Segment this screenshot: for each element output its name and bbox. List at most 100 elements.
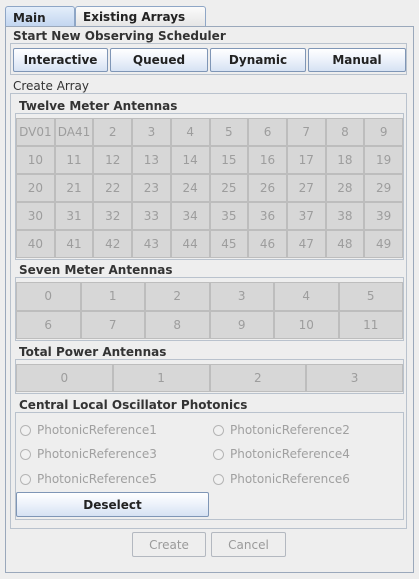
total-power-antenna-button[interactable]: 0: [16, 364, 113, 392]
photonic-reference-4-label: PhotonicReference4: [230, 447, 350, 461]
twelve-meter-antenna-button[interactable]: 11: [54, 146, 94, 174]
twelve-meter-antenna-button[interactable]: 23: [132, 174, 171, 202]
twelve-meter-antenna-button[interactable]: 37: [286, 202, 326, 230]
twelve-meter-antenna-button[interactable]: 39: [364, 202, 403, 230]
create-button[interactable]: Create: [132, 532, 206, 557]
twelve-meter-antenna-button[interactable]: 15: [209, 146, 249, 174]
twelve-meter-grid: DV01 DA41 2 3 4 5 6 7 8 9 10 11 12 13 14 15 16 17 18 19 20 21…: [16, 118, 403, 258]
seven-meter-antenna-button[interactable]: 10: [274, 310, 339, 339]
twelve-meter-antenna-button[interactable]: 26: [248, 174, 287, 202]
total-power-antenna-button[interactable]: 3: [306, 364, 403, 392]
total-power-grid: 0123: [16, 364, 403, 392]
seven-meter-antenna-button[interactable]: 3: [209, 282, 274, 311]
twelve-meter-antenna-button[interactable]: 9: [364, 118, 403, 146]
twelve-meter-antenna-button[interactable]: 8: [325, 118, 365, 146]
twelve-meter-antenna-button[interactable]: DV01: [16, 118, 55, 146]
twelve-meter-antenna-button[interactable]: 3: [132, 118, 171, 146]
deselect-button[interactable]: Deselect: [16, 492, 209, 517]
tab-main[interactable]: Main: [5, 6, 75, 28]
total-power-antenna-button[interactable]: 2: [209, 364, 307, 392]
twelve-meter-antenna-button[interactable]: 13: [132, 146, 171, 174]
twelve-meter-antenna-button[interactable]: 32: [93, 202, 133, 230]
seven-meter-antenna-button[interactable]: 2: [145, 282, 210, 311]
radio-circle-icon: [20, 424, 31, 436]
twelve-meter-antenna-button[interactable]: 49: [364, 230, 403, 258]
seven-meter-antenna-button[interactable]: 11: [338, 310, 403, 339]
twelve-meter-antenna-button[interactable]: 42: [93, 230, 133, 258]
seven-meter-antenna-button[interactable]: 8: [145, 310, 210, 339]
twelve-meter-antenna-button[interactable]: 25: [209, 174, 249, 202]
twelve-meter-antenna-button[interactable]: 16: [248, 146, 287, 174]
twelve-meter-antenna-button[interactable]: 33: [132, 202, 171, 230]
twelve-meter-antenna-button[interactable]: 24: [170, 174, 210, 202]
photonic-reference-3-radio[interactable]: PhotonicReference3: [20, 447, 157, 461]
twelve-meter-antenna-button[interactable]: DA41: [54, 118, 94, 146]
photonic-reference-6-label: PhotonicReference6: [230, 472, 350, 486]
twelve-meter-antenna-button[interactable]: 40: [16, 230, 55, 258]
radio-circle-icon: [213, 448, 224, 460]
twelve-meter-antenna-button[interactable]: 10: [16, 146, 55, 174]
twelve-meter-antenna-button[interactable]: 29: [364, 174, 403, 202]
seven-meter-antenna-button[interactable]: 9: [209, 310, 274, 339]
seven-meter-antenna-button[interactable]: 1: [80, 282, 145, 311]
twelve-meter-antenna-button[interactable]: 28: [325, 174, 365, 202]
cancel-button[interactable]: Cancel: [211, 532, 286, 557]
photonic-reference-4-radio[interactable]: PhotonicReference4: [213, 447, 350, 461]
dynamic-button[interactable]: Dynamic: [210, 48, 306, 72]
twelve-meter-antenna-button[interactable]: 36: [248, 202, 287, 230]
twelve-meter-antenna-button[interactable]: 44: [170, 230, 210, 258]
twelve-meter-antenna-button[interactable]: 17: [286, 146, 326, 174]
twelve-meter-antenna-button[interactable]: 38: [325, 202, 365, 230]
total-power-antenna-button[interactable]: 1: [112, 364, 210, 392]
seven-meter-antenna-button[interactable]: 6: [16, 310, 81, 339]
twelve-meter-antenna-button[interactable]: 43: [132, 230, 171, 258]
twelve-meter-antenna-button[interactable]: 2: [93, 118, 133, 146]
interactive-button[interactable]: Interactive: [13, 48, 108, 72]
twelve-meter-antenna-button[interactable]: 35: [209, 202, 249, 230]
tab-main-label: Main: [13, 10, 46, 25]
photonic-reference-5-radio[interactable]: PhotonicReference5: [20, 472, 157, 486]
twelve-meter-antenna-button[interactable]: 20: [16, 174, 55, 202]
seven-meter-antenna-button[interactable]: 7: [80, 310, 145, 339]
seven-meter-antenna-button[interactable]: 5: [338, 282, 403, 311]
twelve-meter-antenna-button[interactable]: 41: [54, 230, 94, 258]
twelve-meter-antenna-button[interactable]: 19: [364, 146, 403, 174]
photonic-reference-2-label: PhotonicReference2: [230, 423, 350, 437]
twelve-meter-title: Twelve Meter Antennas: [19, 99, 178, 113]
twelve-meter-antenna-button[interactable]: 48: [325, 230, 365, 258]
radio-circle-icon: [213, 473, 224, 485]
twelve-meter-antenna-button[interactable]: 12: [93, 146, 133, 174]
photonic-reference-1-radio[interactable]: PhotonicReference1: [20, 423, 157, 437]
create-button-label: Create: [149, 537, 189, 552]
twelve-meter-antenna-button[interactable]: 6: [248, 118, 287, 146]
seven-meter-antenna-button[interactable]: 4: [274, 282, 339, 311]
create-array-section-title: Create Array: [13, 79, 90, 93]
twelve-meter-antenna-button[interactable]: 18: [325, 146, 365, 174]
photonic-reference-2-radio[interactable]: PhotonicReference2: [213, 423, 350, 437]
twelve-meter-antenna-button[interactable]: 34: [170, 202, 210, 230]
queued-button-label: Queued: [132, 53, 186, 67]
twelve-meter-antenna-button[interactable]: 30: [16, 202, 55, 230]
twelve-meter-antenna-button[interactable]: 27: [286, 174, 326, 202]
seven-meter-antenna-button[interactable]: 0: [16, 282, 81, 311]
twelve-meter-antenna-button[interactable]: 4: [170, 118, 210, 146]
seven-meter-grid: 0 1 2 3 4 5 6 7 8 9 10 11: [16, 282, 403, 339]
photonic-reference-6-radio[interactable]: PhotonicReference6: [213, 472, 350, 486]
total-power-title: Total Power Antennas: [19, 345, 167, 359]
manual-button[interactable]: Manual: [308, 48, 406, 72]
twelve-meter-antenna-button[interactable]: 21: [54, 174, 94, 202]
twelve-meter-antenna-button[interactable]: 31: [54, 202, 94, 230]
tab-existing-arrays[interactable]: Existing Arrays: [75, 6, 206, 27]
twelve-meter-antenna-button[interactable]: 14: [170, 146, 210, 174]
twelve-meter-antenna-button[interactable]: 46: [248, 230, 287, 258]
cancel-button-label: Cancel: [228, 537, 269, 552]
scheduler-section-title: Start New Observing Scheduler: [13, 29, 226, 43]
photonics-title: Central Local Oscillator Photonics: [19, 398, 248, 412]
manual-button-label: Manual: [332, 53, 382, 67]
twelve-meter-antenna-button[interactable]: 7: [286, 118, 326, 146]
twelve-meter-antenna-button[interactable]: 22: [93, 174, 133, 202]
twelve-meter-antenna-button[interactable]: 5: [209, 118, 249, 146]
twelve-meter-antenna-button[interactable]: 47: [286, 230, 326, 258]
twelve-meter-antenna-button[interactable]: 45: [209, 230, 249, 258]
queued-button[interactable]: Queued: [110, 48, 208, 72]
